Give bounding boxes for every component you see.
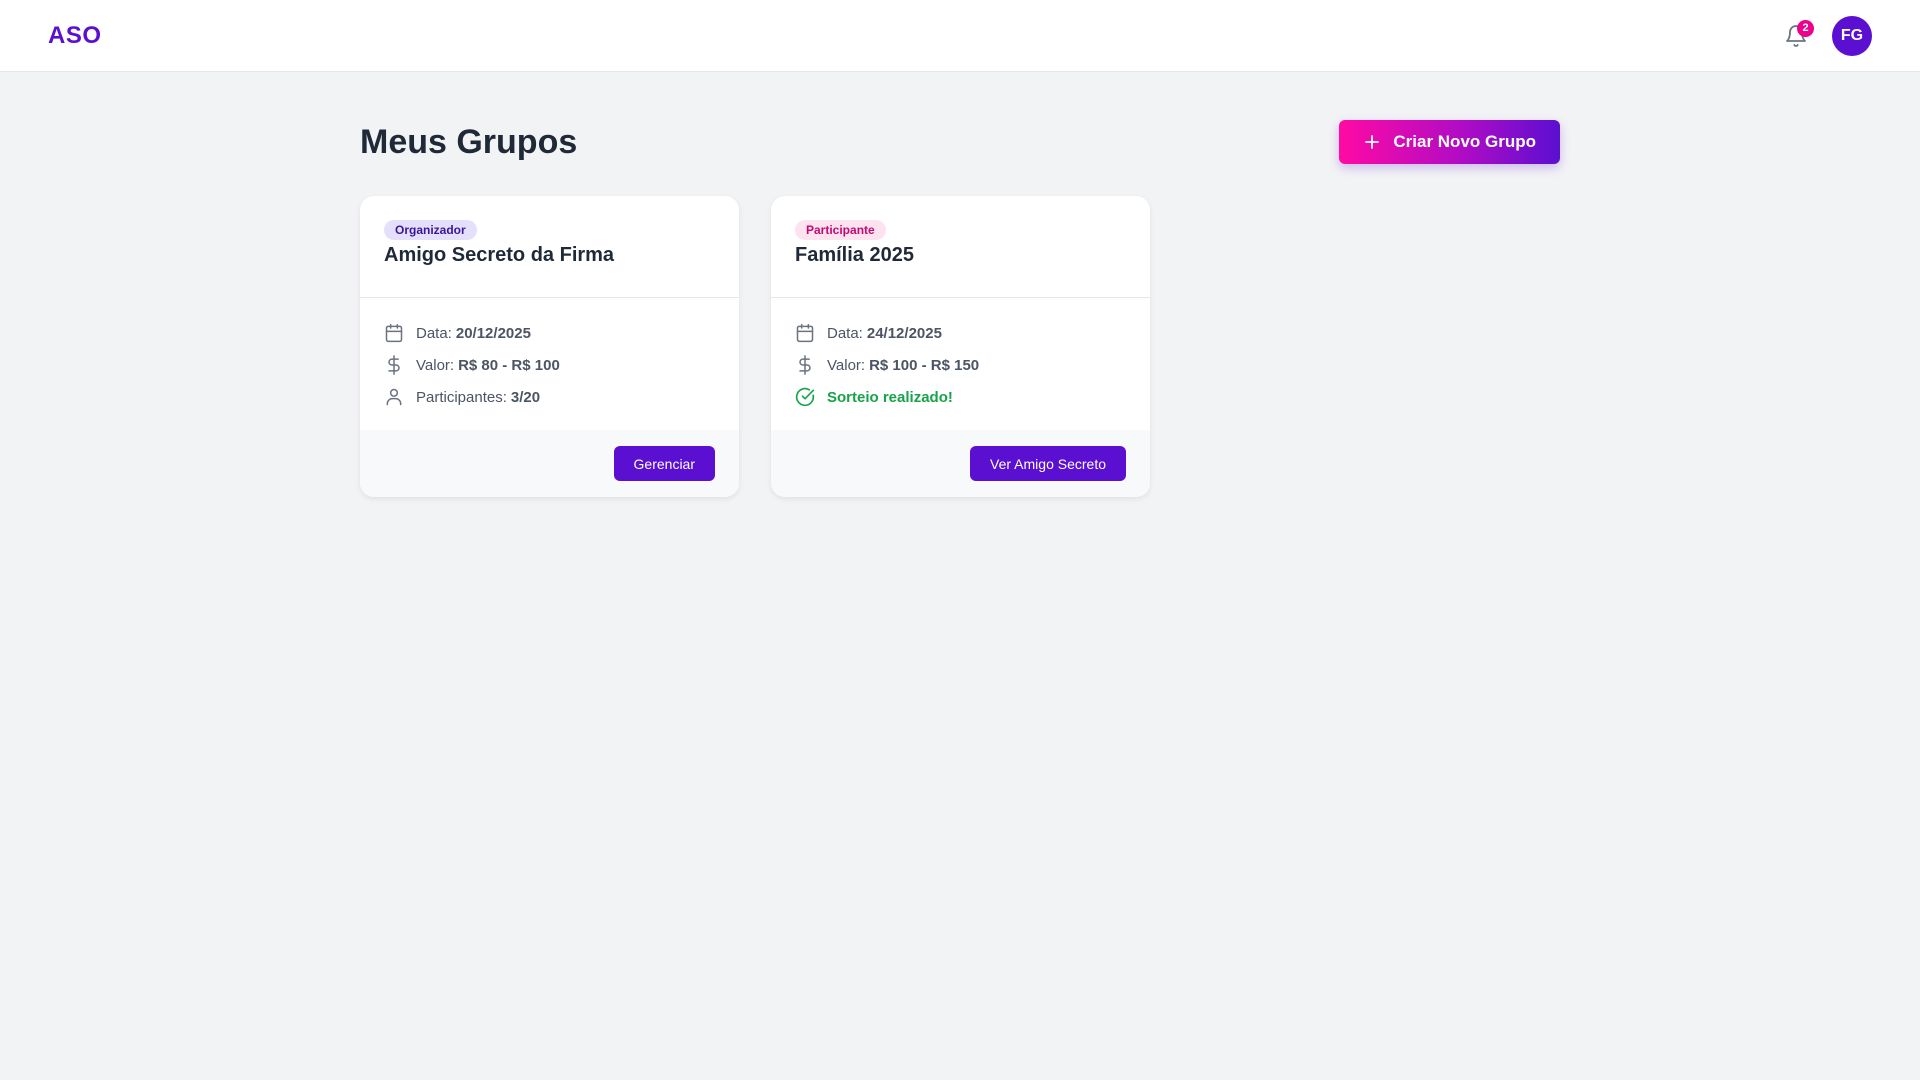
- manage-group-button[interactable]: Gerenciar: [613, 446, 715, 481]
- notification-count-badge: 2: [1797, 19, 1814, 37]
- group-date-row: Data: 20/12/2025: [384, 322, 715, 344]
- group-date-row: Data: 24/12/2025: [795, 322, 1126, 344]
- value-label: Valor:: [827, 356, 866, 374]
- date-value: 20/12/2025: [455, 324, 531, 342]
- app-logo[interactable]: ASO: [48, 22, 102, 50]
- role-badge: Participante: [795, 220, 886, 240]
- top-navbar: ASO 2 FG: [0, 0, 1920, 72]
- group-card-details: Data: 24/12/2025 Valor: R$ 100 - R$ 150: [771, 298, 1150, 430]
- draw-status-row: Sorteio realizado!: [795, 386, 1126, 408]
- value-range: R$ 80 - R$ 100: [458, 356, 560, 374]
- group-card-footer: Ver Amigo Secreto: [771, 430, 1150, 497]
- participants-count: 3/20: [510, 388, 541, 406]
- date-value: 24/12/2025: [866, 324, 942, 342]
- dollar-icon: [799, 355, 811, 375]
- group-participants-row: Participantes: 3/20: [384, 386, 715, 408]
- create-group-label: Criar Novo Grupo: [1393, 132, 1536, 151]
- group-name: Amigo Secreto da Firma: [384, 244, 615, 266]
- navbar-actions: 2 FG: [1778, 15, 1872, 56]
- date-label: Data:: [416, 324, 452, 342]
- role-badge: Organizador: [384, 220, 477, 240]
- group-card-footer: Gerenciar: [360, 430, 739, 497]
- main-content: Meus Grupos Criar Novo Grupo Organizador…: [360, 72, 1560, 497]
- group-card: Participante Família 2025 Data: 24/12/20…: [771, 196, 1150, 497]
- calendar-icon: [796, 323, 814, 343]
- page-title: Meus Grupos: [360, 122, 578, 161]
- check-circle-icon: [795, 387, 815, 407]
- group-name: Família 2025: [795, 244, 914, 266]
- notifications-button[interactable]: 2: [1778, 18, 1814, 54]
- draw-status-text: Sorteio realizado!: [827, 388, 953, 406]
- group-card-header: Organizador Amigo Secreto da Firma: [360, 196, 739, 298]
- group-value-row: Valor: R$ 100 - R$ 150: [795, 354, 1126, 376]
- user-icon: [386, 388, 402, 406]
- value-range: R$ 100 - R$ 150: [869, 356, 980, 374]
- dollar-icon: [388, 355, 400, 375]
- group-card-details: Data: 20/12/2025 Valor: R$ 80 - R$ 100 P…: [360, 298, 739, 430]
- plus-icon: [1365, 135, 1380, 149]
- calendar-icon: [385, 323, 403, 343]
- participants-label: Participantes:: [416, 388, 507, 406]
- page-header: Meus Grupos Criar Novo Grupo: [360, 120, 1560, 164]
- value-label: Valor:: [416, 356, 455, 374]
- group-card-header: Participante Família 2025: [771, 196, 1150, 298]
- group-value-row: Valor: R$ 80 - R$ 100: [384, 354, 715, 376]
- view-secret-friend-button[interactable]: Ver Amigo Secreto: [970, 446, 1126, 481]
- user-avatar[interactable]: FG: [1832, 15, 1872, 56]
- group-cards-list: Organizador Amigo Secreto da Firma Data:…: [360, 196, 1560, 497]
- date-label: Data:: [827, 324, 863, 342]
- create-group-button[interactable]: Criar Novo Grupo: [1339, 120, 1560, 164]
- group-card: Organizador Amigo Secreto da Firma Data:…: [360, 196, 739, 497]
